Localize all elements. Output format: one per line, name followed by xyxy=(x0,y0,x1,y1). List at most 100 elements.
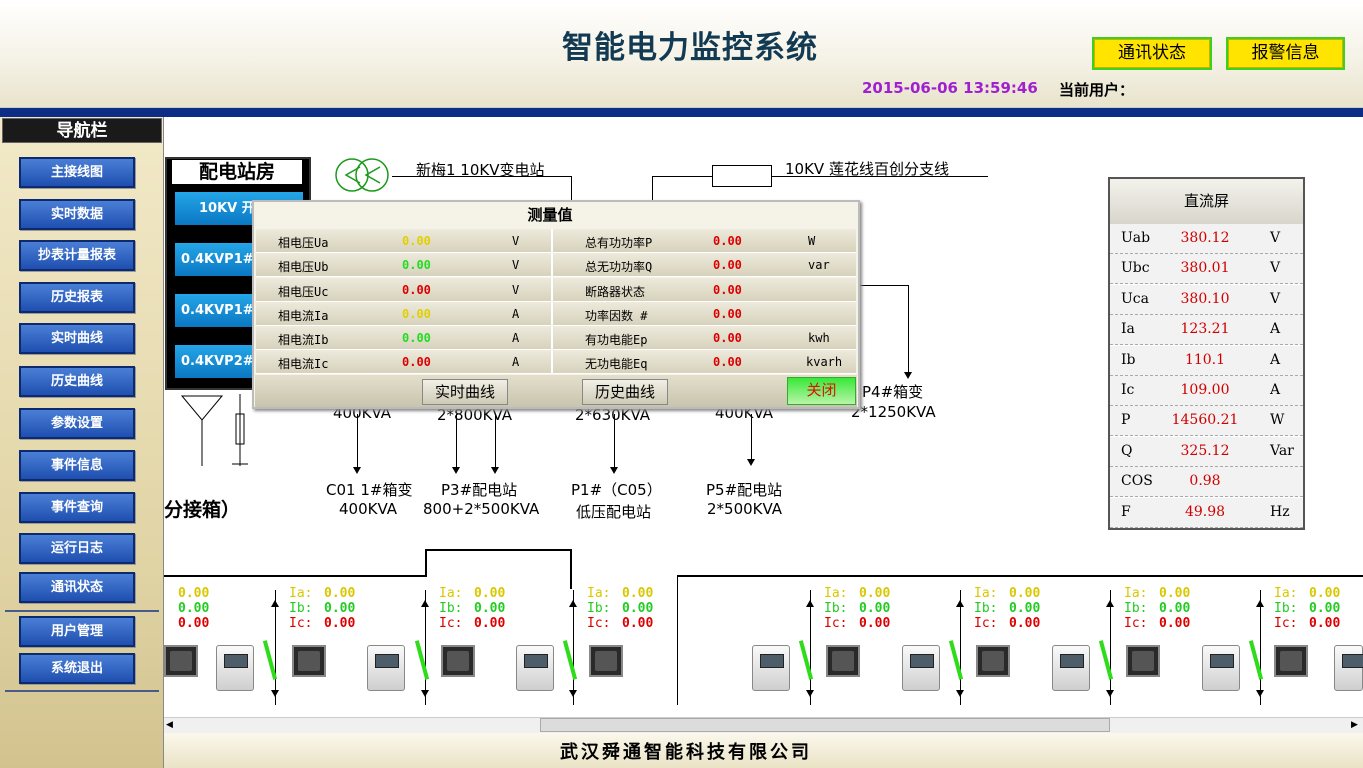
feeder-phase-label: Ic: xyxy=(1274,616,1298,631)
dc-label: Uab xyxy=(1121,230,1151,246)
measure-label: 功率因数 # xyxy=(585,309,648,323)
company-name: 武汉舜通智能科技有限公司 xyxy=(560,742,812,763)
meter-device xyxy=(589,645,623,677)
load-capacity: 2*500KVA xyxy=(707,500,783,518)
feeder-ia: 0.00 xyxy=(178,586,210,601)
dc-unit: V xyxy=(1270,230,1281,246)
nav-history-report[interactable]: 历史报表 xyxy=(19,282,135,313)
feeder-line xyxy=(573,590,574,705)
dc-unit: W xyxy=(1270,412,1285,429)
popup-row xyxy=(256,326,856,350)
nav-meter-report[interactable]: 抄表计量报表 xyxy=(19,240,135,271)
popup-column-divider xyxy=(551,229,553,374)
dc-value: 49.98 xyxy=(1184,503,1226,520)
measure-value: 0.00 xyxy=(402,331,431,345)
scroll-left-icon[interactable]: ◀ xyxy=(166,719,173,731)
measure-label: 总无功功率Q xyxy=(585,260,653,274)
measure-value: 0.00 xyxy=(713,331,742,345)
popup-button-bar xyxy=(255,375,857,407)
dc-label: P xyxy=(1121,412,1131,429)
load-capacity: 400KVA xyxy=(339,500,398,518)
nav-realtime-curve[interactable]: 实时曲线 xyxy=(19,323,135,354)
nav-comm-status[interactable]: 通讯状态 xyxy=(19,572,135,603)
measure-unit: kwh xyxy=(808,331,830,345)
feeder-phase-value: 0.00 xyxy=(1159,601,1191,616)
measure-unit: A xyxy=(512,331,520,345)
current-user-label: 当前用户： xyxy=(1059,81,1135,99)
feeder-phase-label: Ic: xyxy=(974,616,998,631)
dc-value: 380.12 xyxy=(1180,230,1230,246)
feeder-arrow-icon xyxy=(569,600,577,607)
nav-main-wiring[interactable]: 主接线图 xyxy=(19,157,135,188)
nav-parameter-settings[interactable]: 参数设置 xyxy=(19,408,135,439)
feeder-phase-value: 0.00 xyxy=(324,601,356,616)
measure-unit: var xyxy=(808,258,830,272)
feeder-line xyxy=(425,590,426,705)
nav-history-curve[interactable]: 历史曲线 xyxy=(19,366,135,397)
feeder-line xyxy=(1110,590,1111,705)
scrollbar-thumb[interactable] xyxy=(540,718,1110,732)
nav-run-log[interactable]: 运行日志 xyxy=(19,533,135,564)
source-label-2: 10KV 莲花线百创分支线 xyxy=(785,160,949,178)
measure-unit: V xyxy=(512,258,520,272)
nav-event-info[interactable]: 事件信息 xyxy=(19,450,135,481)
nav-system-exit[interactable]: 系统退出 xyxy=(19,653,135,684)
feeder-arrow-icon xyxy=(956,600,964,607)
measure-unit: A xyxy=(512,307,520,321)
measure-value: 0.00 xyxy=(713,258,742,272)
measure-label: 相电流Ib xyxy=(278,333,329,347)
popup-realtime-curve-button[interactable]: 实时曲线 xyxy=(422,379,508,405)
popup-close-button[interactable]: 关闭 xyxy=(787,377,856,405)
feeder-phase-label: Ib: xyxy=(824,601,848,616)
feeder-arrow-icon xyxy=(806,600,814,607)
feeder-phase-label: Ib: xyxy=(974,601,998,616)
meter-device xyxy=(516,645,554,691)
measure-label: 无功电能Eq xyxy=(585,357,648,371)
feeder-phase-value: 0.00 xyxy=(474,601,506,616)
measure-unit: W xyxy=(808,234,816,248)
cap-label-p4: 2*1250KVA xyxy=(851,403,936,421)
measure-label: 相电流Ia xyxy=(278,309,329,323)
dc-unit: V xyxy=(1270,260,1281,277)
load-name: P1#（C05） xyxy=(571,481,662,499)
feeder-phase-value: 0.00 xyxy=(1159,616,1191,631)
sidebar-separator xyxy=(5,610,159,612)
feeder-phase-value: 0.00 xyxy=(859,586,891,601)
measure-label: 相电压Ua xyxy=(278,236,329,250)
meter-device xyxy=(1274,645,1308,677)
comm-status-button[interactable]: 通讯状态 xyxy=(1092,37,1212,70)
dc-value: 0.98 xyxy=(1189,473,1221,490)
feeder-line xyxy=(275,590,276,705)
source-label-1: 新梅1 10KV变电站 xyxy=(416,161,545,179)
nav-realtime-data[interactable]: 实时数据 xyxy=(19,199,135,230)
scroll-right-icon[interactable]: ▶ xyxy=(1351,719,1358,731)
measure-label: 相电压Uc xyxy=(278,285,329,299)
popup-row xyxy=(256,278,856,302)
meter-device xyxy=(216,645,254,691)
popup-history-curve-button[interactable]: 历史曲线 xyxy=(582,379,668,405)
alarm-info-button[interactable]: 报警信息 xyxy=(1226,37,1345,70)
feeder-phase-label: Ia: xyxy=(824,586,848,601)
feeder-phase-label: Ib: xyxy=(439,601,463,616)
dc-label: F xyxy=(1121,503,1131,520)
measure-value: 0.00 xyxy=(713,234,742,248)
feeder-phase-value: 0.00 xyxy=(1309,601,1341,616)
feeder-phase-value: 0.00 xyxy=(474,586,506,601)
feeder-line xyxy=(1260,590,1261,705)
feeder-phase-label: Ic: xyxy=(289,616,313,631)
measure-label: 断路器状态 xyxy=(585,285,646,299)
feeder-phase-value: 0.00 xyxy=(1009,616,1041,631)
measure-label: 有功电能Ep xyxy=(585,333,648,347)
nav-event-query[interactable]: 事件查询 xyxy=(19,492,135,523)
meter-device xyxy=(164,645,198,677)
dc-label: Ia xyxy=(1121,321,1135,338)
nav-user-management[interactable]: 用户管理 xyxy=(19,616,135,647)
app-title: 智能电力监控系统 xyxy=(562,30,818,66)
feeder-arrow-icon xyxy=(806,690,814,697)
header-divider xyxy=(0,108,1363,117)
feeder-phase-value: 0.00 xyxy=(324,586,356,601)
meter-device xyxy=(752,645,790,691)
popup-row xyxy=(256,253,856,277)
meter-device xyxy=(1126,645,1160,677)
load-name: C01 1#箱变 xyxy=(326,481,413,499)
